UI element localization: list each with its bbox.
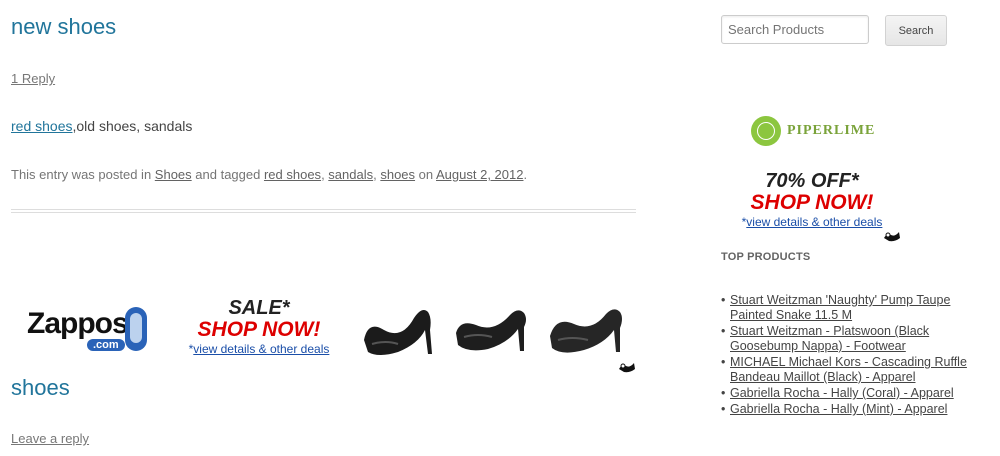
reply-link[interactable]: 1 Reply	[11, 71, 55, 86]
post-title[interactable]: new shoes	[11, 14, 116, 40]
meta-on-text: on	[415, 167, 437, 182]
date-link[interactable]: August 2, 2012	[436, 167, 523, 182]
shoe-icon[interactable]	[452, 303, 530, 357]
shoe-icon[interactable]	[546, 302, 626, 358]
zappos-shoe-icon	[125, 307, 147, 351]
content-text: ,old shoes, sandals	[72, 118, 193, 134]
piperlime-brand: PIPERLIME	[787, 123, 876, 138]
zappos-logo[interactable]: Zappos .com	[27, 305, 147, 355]
post-content: red shoes,old shoes, sandals	[11, 118, 192, 134]
tag-link-red-shoes[interactable]: red shoes	[264, 167, 321, 182]
meta-tagged-text: and tagged	[191, 167, 264, 182]
list-item: Gabriella Rocha - Hally (Mint) - Apparel	[721, 402, 981, 417]
sale-text: SALE*	[228, 297, 290, 319]
post-title[interactable]: shoes	[11, 375, 70, 401]
product-link[interactable]: Gabriella Rocha - Hally (Mint) - Apparel	[730, 402, 947, 416]
shop-now-text[interactable]: SHOP NOW!	[739, 191, 885, 215]
deals-link[interactable]: view details & other deals	[746, 215, 882, 229]
deals-line: *view details & other deals	[739, 215, 885, 229]
zappos-com: .com	[87, 339, 125, 351]
top-products-title: TOP PRODUCTS	[721, 251, 811, 263]
product-link[interactable]: Stuart Weitzman 'Naughty' Pump Taupe Pai…	[730, 293, 950, 322]
leave-reply-link[interactable]: Leave a reply	[11, 431, 89, 446]
deals-link[interactable]: view details & other deals	[193, 342, 329, 356]
tag-link-sandals[interactable]: sandals	[328, 167, 373, 182]
product-link[interactable]: MICHAEL Michael Kors - Cascading Ruffle …	[730, 355, 967, 384]
list-item: MICHAEL Michael Kors - Cascading Ruffle …	[721, 355, 981, 385]
category-link[interactable]: Shoes	[155, 167, 192, 182]
shop-now-text[interactable]: SHOP NOW!	[184, 318, 334, 342]
product-list: Stuart Weitzman 'Naughty' Pump Taupe Pai…	[721, 293, 981, 418]
product-link[interactable]: Stuart Weitzman - Platswoon (Black Goose…	[730, 324, 929, 353]
badge-icon[interactable]	[618, 360, 636, 374]
tag-link-shoes[interactable]: shoes	[380, 167, 415, 182]
side-ad[interactable]: 70% OFF* SHOP NOW! *view details & other…	[739, 170, 885, 229]
deals-line: *view details & other deals	[184, 342, 334, 356]
entry-meta: This entry was posted in Shoes and tagge…	[11, 167, 527, 182]
piperlime-logo[interactable]: PIPERLIME	[751, 116, 881, 148]
offer-text: 70% OFF*	[765, 170, 859, 192]
sale-ad[interactable]: SALE* SHOP NOW! *view details & other de…	[184, 297, 334, 356]
meta-end: .	[523, 167, 528, 182]
content-tag-link[interactable]: red shoes	[11, 118, 72, 134]
product-link[interactable]: Gabriella Rocha - Hally (Coral) - Appare…	[730, 386, 954, 400]
shoe-icon[interactable]	[358, 300, 436, 360]
search-input[interactable]	[721, 15, 869, 44]
list-item: Stuart Weitzman - Platswoon (Black Goose…	[721, 324, 981, 354]
piperlime-lime-icon	[751, 116, 781, 146]
search-button[interactable]: Search	[885, 15, 947, 46]
badge-icon[interactable]	[883, 229, 901, 243]
post-divider	[11, 209, 636, 213]
meta-prefix: This entry was posted in	[11, 167, 155, 182]
list-item: Stuart Weitzman 'Naughty' Pump Taupe Pai…	[721, 293, 981, 323]
zappos-brand: Zappos	[27, 307, 129, 340]
list-item: Gabriella Rocha - Hally (Coral) - Appare…	[721, 386, 981, 401]
